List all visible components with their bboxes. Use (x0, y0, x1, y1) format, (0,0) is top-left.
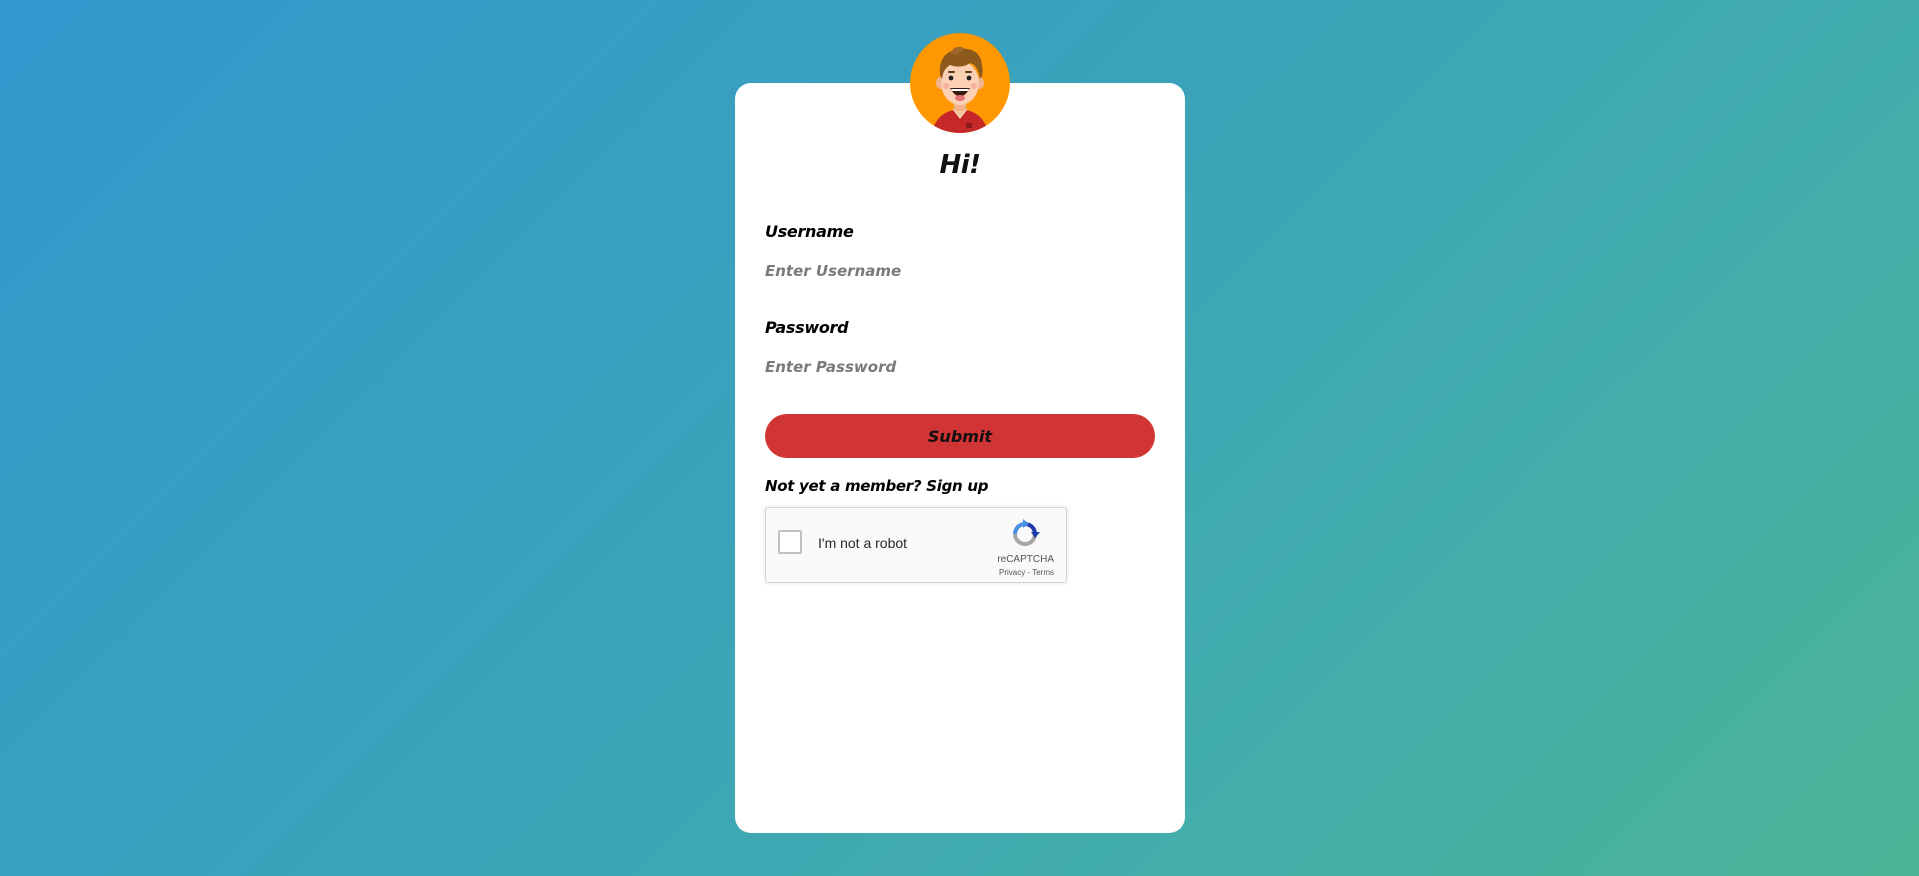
login-card (735, 83, 1185, 833)
signup-link[interactable]: Sign up (926, 477, 988, 495)
recaptcha-brand: reCAPTCHA (997, 554, 1054, 565)
cartoon-boy-avatar-icon (932, 46, 988, 133)
password-input[interactable] (765, 353, 1155, 381)
signup-prompt: Not yet a member? Sign up (765, 477, 988, 495)
recaptcha-checkbox[interactable] (778, 530, 802, 554)
submit-button[interactable]: Submit (765, 414, 1155, 458)
recaptcha-label: I'm not a robot (818, 535, 908, 551)
password-label: Password (765, 318, 849, 337)
recaptcha-terms-link[interactable]: Terms (1032, 568, 1054, 577)
username-label: Username (765, 222, 854, 241)
recaptcha-widget: I'm not a robot reCAPTCHA Privacy - Term… (765, 507, 1067, 583)
page-title: Hi! (939, 150, 981, 180)
recaptcha-logo-icon (1013, 519, 1040, 546)
signup-prompt-text: Not yet a member? (765, 477, 922, 495)
recaptcha-links: Privacy - Terms (999, 568, 1054, 577)
recaptcha-privacy-link[interactable]: Privacy (999, 568, 1025, 577)
avatar (910, 33, 1010, 133)
username-input[interactable] (765, 257, 1155, 285)
